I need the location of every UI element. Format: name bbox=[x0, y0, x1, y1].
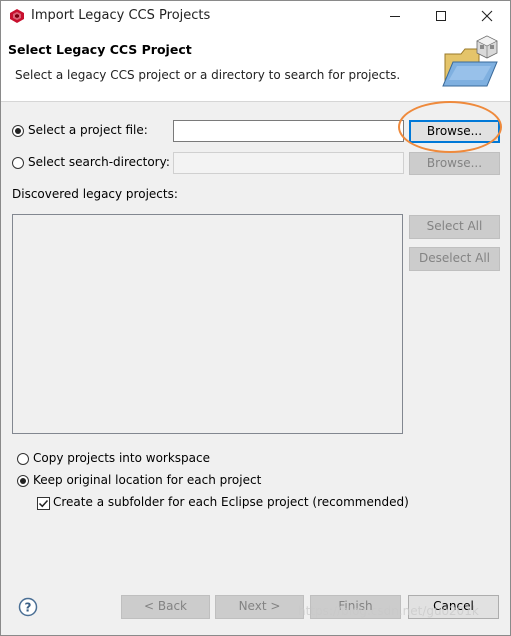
minimize-icon bbox=[390, 16, 400, 17]
folder-import-icon bbox=[439, 34, 501, 96]
page-description: Select a legacy CCS project or a directo… bbox=[15, 68, 401, 82]
svg-text:?: ? bbox=[25, 601, 32, 615]
maximize-icon bbox=[436, 11, 446, 21]
close-icon bbox=[481, 10, 493, 22]
create-subfolder-label[interactable]: Create a subfolder for each Eclipse proj… bbox=[53, 495, 409, 509]
page-title: Select Legacy CCS Project bbox=[8, 42, 192, 57]
copy-projects-label[interactable]: Copy projects into workspace bbox=[33, 451, 210, 465]
select-all-button[interactable]: Select All bbox=[409, 215, 500, 239]
search-directory-radio[interactable] bbox=[12, 157, 24, 169]
keep-location-label[interactable]: Keep original location for each project bbox=[33, 473, 261, 487]
project-file-input[interactable] bbox=[173, 120, 404, 142]
title-bar[interactable]: Import Legacy CCS Projects bbox=[1, 1, 510, 31]
deselect-all-button[interactable]: Deselect All bbox=[409, 247, 500, 271]
watermark-text: https://blog.csdn.net/guo201k bbox=[298, 604, 479, 618]
discovered-projects-label: Discovered legacy projects: bbox=[12, 187, 178, 201]
maximize-button[interactable] bbox=[418, 1, 464, 31]
project-file-radio[interactable] bbox=[12, 125, 24, 137]
dialog-window: Import Legacy CCS Projects Select Legacy… bbox=[0, 0, 511, 636]
search-directory-label[interactable]: Select search-directory: bbox=[28, 155, 170, 169]
project-file-label[interactable]: Select a project file: bbox=[28, 123, 148, 137]
keep-location-radio[interactable] bbox=[17, 475, 29, 487]
search-directory-input[interactable] bbox=[173, 152, 404, 174]
checkmark-icon bbox=[38, 499, 49, 508]
minimize-button[interactable] bbox=[372, 1, 418, 31]
back-button[interactable]: < Back bbox=[121, 595, 210, 619]
window-title: Import Legacy CCS Projects bbox=[31, 8, 211, 23]
copy-projects-radio[interactable] bbox=[17, 453, 29, 465]
wizard-header: Select Legacy CCS Project Select a legac… bbox=[1, 31, 510, 102]
annotation-highlight-circle bbox=[398, 101, 502, 153]
next-button[interactable]: Next > bbox=[215, 595, 304, 619]
discovered-projects-list[interactable] bbox=[12, 214, 403, 434]
app-icon bbox=[9, 8, 25, 24]
create-subfolder-checkbox[interactable] bbox=[37, 497, 50, 510]
browse-directory-button[interactable]: Browse... bbox=[409, 152, 500, 175]
close-button[interactable] bbox=[464, 1, 510, 31]
help-icon[interactable]: ? bbox=[18, 597, 38, 617]
